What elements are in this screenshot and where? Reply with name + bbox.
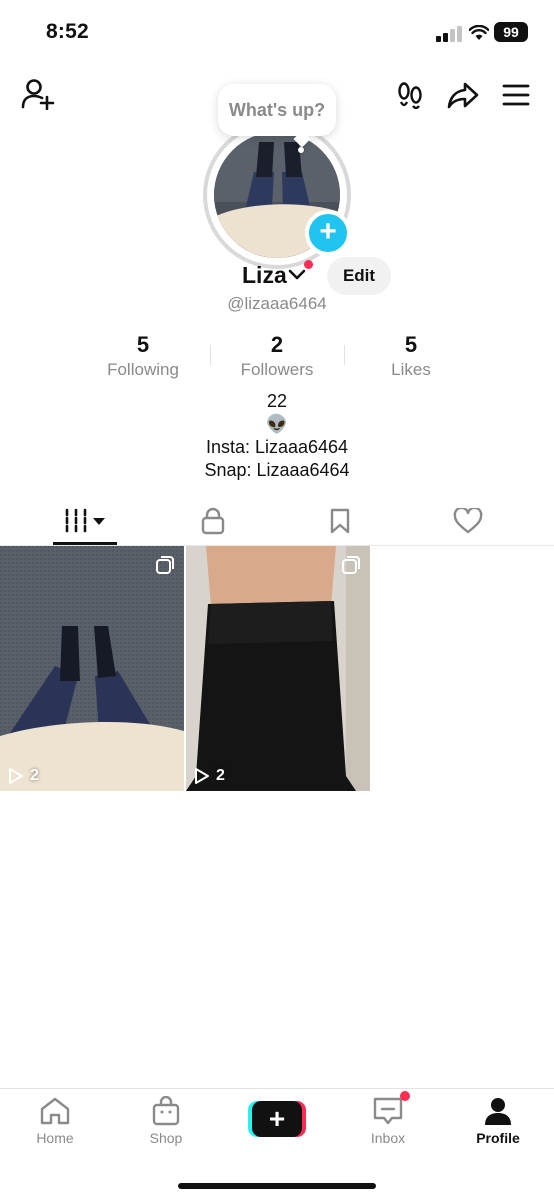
nav-inbox[interactable]: Inbox <box>343 1096 433 1146</box>
heart-icon <box>453 508 483 534</box>
footprints-icon[interactable] <box>392 78 428 112</box>
active-tab-indicator <box>53 542 117 545</box>
add-story-button[interactable]: + <box>305 210 351 256</box>
video-views: 2 <box>8 767 39 785</box>
stats-divider <box>344 345 345 365</box>
multi-clip-icon <box>342 556 360 574</box>
edit-profile-button[interactable]: Edit <box>327 257 391 295</box>
home-icon <box>40 1097 70 1125</box>
add-user-icon[interactable] <box>18 76 58 112</box>
video-thumbnail[interactable]: 2 <box>0 546 184 791</box>
inbox-icon <box>373 1097 403 1125</box>
bubble-dot <box>298 147 304 153</box>
status-time: 8:52 <box>46 20 89 43</box>
shop-bag-icon <box>152 1096 180 1126</box>
username-handle: @lizaaa6464 <box>227 294 327 313</box>
stat-following[interactable]: 5 Following <box>83 332 203 380</box>
stat-likes[interactable]: 5 Likes <box>351 332 471 380</box>
stat-label: Followers <box>240 360 314 379</box>
nav-profile[interactable]: Profile <box>453 1096 543 1146</box>
bio-line: Snap: Lizaaa6464 <box>204 460 350 480</box>
tab-liked[interactable] <box>433 500 503 542</box>
stat-label: Following <box>107 360 179 379</box>
view-count: 2 <box>30 767 39 784</box>
nav-label: Profile <box>476 1130 520 1146</box>
inbox-notification-dot <box>400 1091 410 1101</box>
bookmark-icon <box>330 508 350 534</box>
stat-value: 5 <box>136 332 150 357</box>
tab-videos[interactable] <box>50 500 120 542</box>
nav-label: Home <box>36 1130 74 1146</box>
multi-clip-icon <box>156 556 174 574</box>
stats-divider <box>210 345 211 365</box>
video-thumbnail-image <box>0 546 184 791</box>
nav-home[interactable]: Home <box>10 1096 100 1146</box>
home-indicator <box>178 1183 376 1189</box>
nav-divider <box>0 1088 554 1089</box>
create-button[interactable]: + <box>248 1101 306 1137</box>
share-icon[interactable] <box>444 78 482 112</box>
nav-label: Shop <box>149 1130 183 1146</box>
view-count: 2 <box>216 767 225 784</box>
battery-indicator: 99 <box>494 22 528 42</box>
display-name[interactable]: Liza <box>242 262 287 289</box>
plus-icon: + <box>252 1101 302 1137</box>
tab-private[interactable] <box>178 500 248 542</box>
bio-emoji: 👽 <box>265 414 289 434</box>
status-bubble[interactable]: What's up? <box>218 84 336 136</box>
grid-icon <box>65 508 105 534</box>
stat-value: 5 <box>404 332 418 357</box>
signal-icon <box>436 26 462 42</box>
bio-line: Insta: Lizaaa6464 <box>205 437 349 457</box>
tab-saved[interactable] <box>305 500 375 542</box>
stat-value: 2 <box>270 332 284 357</box>
profile-icon <box>485 1098 511 1125</box>
stat-label: Likes <box>391 360 431 379</box>
video-thumbnail-image <box>186 546 370 791</box>
nav-label: Inbox <box>370 1130 406 1146</box>
play-icon <box>195 768 209 784</box>
play-icon <box>9 768 23 784</box>
lock-icon <box>201 507 225 535</box>
bio-line: 22 <box>266 391 288 411</box>
notification-dot <box>304 260 313 269</box>
video-thumbnail[interactable]: 2 <box>186 546 370 791</box>
stat-followers[interactable]: 2 Followers <box>217 332 337 380</box>
wifi-icon <box>469 25 489 40</box>
nav-shop[interactable]: Shop <box>121 1096 211 1146</box>
video-views: 2 <box>194 767 225 785</box>
menu-icon[interactable] <box>498 78 534 112</box>
